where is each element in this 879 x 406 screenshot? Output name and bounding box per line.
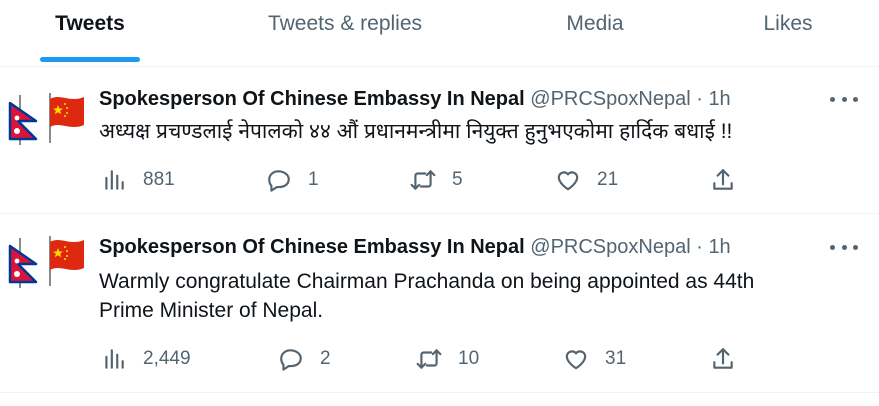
retweet-button[interactable]: 5 (410, 165, 463, 195)
author-name[interactable]: Spokesperson Of Chinese Embassy In Nepal (99, 88, 525, 110)
tweet-actions: 2,449 2 10 31 (0, 344, 879, 374)
like-count: 31 (605, 348, 627, 369)
reply-bubble-icon (280, 349, 302, 371)
nepal-china-flags-icon (8, 93, 84, 145)
profile-tabs: Tweets Tweets & replies Media Likes (0, 0, 879, 67)
tweet-text-line: अध्यक्ष प्रचण्डलाई नेपालको ४४ औं प्रधानम… (99, 120, 733, 143)
like-count: 21 (597, 169, 619, 190)
heart-icon (565, 350, 587, 370)
retweet-button[interactable]: 10 (416, 344, 479, 374)
tab-tweets-label: Tweets (55, 12, 125, 35)
tweet-divider (0, 392, 879, 393)
views-button[interactable]: 881 (101, 165, 175, 195)
share-upload-icon (713, 169, 733, 190)
tweet-text-line: Warmly congratulate Chairman Prachanda o… (99, 270, 755, 293)
reply-button[interactable]: 2 (278, 344, 331, 374)
tweet-text: अध्यक्ष प्रचण्डलाई नेपालको ४४ औं प्रधानम… (99, 117, 859, 146)
retweet-icon (410, 170, 436, 190)
tweet-header: Spokesperson Of Chinese Embassy In Nepal… (99, 236, 731, 264)
retweet-count: 5 (452, 169, 463, 190)
tweet[interactable]: Spokesperson Of Chinese Embassy In Nepal… (0, 214, 879, 392)
more-dots-icon[interactable] (830, 237, 858, 257)
tweet-actions: 881 1 5 21 (0, 165, 879, 195)
reply-count: 1 (308, 169, 319, 190)
tab-media-label: Media (566, 12, 624, 35)
retweet-count: 10 (458, 348, 480, 369)
reply-bubble-icon (268, 170, 290, 192)
tweet-time[interactable]: 1h (708, 88, 730, 110)
tab-tweets-and-replies[interactable]: Tweets & replies (250, 0, 440, 66)
tab-tweets-and-replies-label: Tweets & replies (267, 12, 423, 35)
views-count: 2,449 (143, 348, 191, 369)
views-count: 881 (143, 169, 175, 190)
tweet[interactable]: Spokesperson Of Chinese Embassy In Nepal… (0, 67, 879, 213)
avatar[interactable] (6, 228, 88, 292)
tweet-text: Warmly congratulate Chairman Prachanda o… (99, 267, 859, 325)
retweet-icon (416, 349, 442, 369)
more-dots-icon[interactable] (830, 89, 858, 109)
avatar[interactable] (6, 85, 88, 149)
share-button[interactable] (710, 344, 736, 374)
author-handle[interactable]: @PRCSpoxNepal (530, 88, 690, 110)
author-handle[interactable]: @PRCSpoxNepal (530, 236, 690, 258)
like-button[interactable]: 31 (563, 344, 626, 374)
author-name[interactable]: Spokesperson Of Chinese Embassy In Nepal (99, 236, 525, 258)
tab-likes-label: Likes (763, 12, 813, 35)
share-upload-icon (713, 348, 733, 369)
separator-dot: · (696, 88, 703, 110)
tab-likes[interactable]: Likes (748, 0, 828, 66)
tweet-time[interactable]: 1h (708, 236, 730, 258)
share-button[interactable] (710, 165, 736, 195)
heart-icon (557, 171, 579, 191)
reply-count: 2 (320, 348, 331, 369)
separator-dot: · (696, 236, 703, 258)
like-button[interactable]: 21 (555, 165, 618, 195)
views-button[interactable]: 2,449 (101, 344, 191, 374)
tab-tweets[interactable]: Tweets (40, 0, 140, 66)
views-bar-chart-icon (105, 349, 124, 369)
nepal-china-flags-icon (8, 236, 84, 288)
views-bar-chart-icon (105, 170, 124, 190)
tweet-header: Spokesperson Of Chinese Embassy In Nepal… (99, 88, 731, 116)
tweet-text-line: Prime Minister of Nepal. (99, 299, 324, 322)
tab-media[interactable]: Media (550, 0, 640, 66)
active-tab-indicator (40, 57, 140, 62)
reply-button[interactable]: 1 (266, 165, 319, 195)
